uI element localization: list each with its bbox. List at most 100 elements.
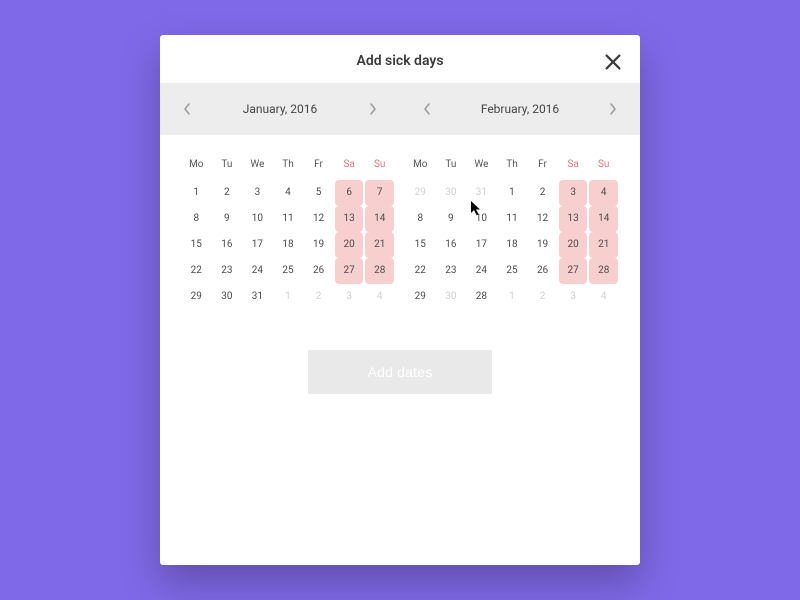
day-cell[interactable]: 14: [365, 206, 394, 232]
day-cell[interactable]: 26: [528, 258, 557, 284]
day-cell[interactable]: 30: [213, 284, 242, 310]
day-cell[interactable]: 1: [498, 180, 527, 206]
day-cell[interactable]: 21: [589, 232, 618, 258]
dow-label: Sa: [335, 153, 364, 180]
dow-label: Th: [274, 153, 303, 180]
day-cell[interactable]: 9: [437, 206, 466, 232]
day-cell[interactable]: 20: [559, 232, 588, 258]
day-cell[interactable]: 15: [182, 232, 211, 258]
day-cell[interactable]: 5: [304, 180, 333, 206]
day-cell[interactable]: 17: [467, 232, 496, 258]
day-cell[interactable]: 7: [365, 180, 394, 206]
day-cell[interactable]: 15: [406, 232, 435, 258]
day-cell[interactable]: 3: [559, 284, 588, 310]
day-cell[interactable]: 31: [243, 284, 272, 310]
calendar-left: MoTuWeThFrSaSu12345678910111213141516171…: [182, 153, 394, 310]
day-cell[interactable]: 24: [243, 258, 272, 284]
modal-title: Add sick days: [160, 53, 640, 69]
day-cell[interactable]: 11: [274, 206, 303, 232]
month-label-right: February, 2016: [481, 102, 559, 116]
week-row: 15161718192021: [182, 232, 394, 258]
day-cell[interactable]: 18: [274, 232, 303, 258]
day-cell[interactable]: 6: [335, 180, 364, 206]
day-cell[interactable]: 24: [467, 258, 496, 284]
add-dates-button[interactable]: Add dates: [308, 350, 493, 394]
day-cell[interactable]: 12: [304, 206, 333, 232]
day-cell[interactable]: 28: [589, 258, 618, 284]
day-cell[interactable]: 29: [406, 180, 435, 206]
dow-label: Sa: [559, 153, 588, 180]
day-cell[interactable]: 17: [243, 232, 272, 258]
week-row: 2930281234: [406, 284, 618, 310]
day-cell[interactable]: 4: [589, 284, 618, 310]
next-month-left[interactable]: [368, 102, 378, 116]
day-cell[interactable]: 16: [213, 232, 242, 258]
day-cell[interactable]: 23: [213, 258, 242, 284]
day-cell[interactable]: 8: [406, 206, 435, 232]
day-cell[interactable]: 1: [274, 284, 303, 310]
day-cell[interactable]: 11: [498, 206, 527, 232]
day-cell[interactable]: 10: [467, 206, 496, 232]
day-cell[interactable]: 2: [304, 284, 333, 310]
prev-month-right[interactable]: [422, 102, 432, 116]
day-cell[interactable]: 25: [498, 258, 527, 284]
day-cell[interactable]: 22: [406, 258, 435, 284]
day-cell[interactable]: 21: [365, 232, 394, 258]
day-cell[interactable]: 1: [498, 284, 527, 310]
sick-days-modal: Add sick days January, 2016 February, 20…: [160, 35, 640, 565]
day-cell[interactable]: 3: [243, 180, 272, 206]
day-cell[interactable]: 27: [559, 258, 588, 284]
dow-header: MoTuWeThFrSaSu: [406, 153, 618, 180]
day-cell[interactable]: 2: [528, 284, 557, 310]
close-button[interactable]: [602, 51, 624, 73]
day-cell[interactable]: 8: [182, 206, 211, 232]
prev-month-left[interactable]: [182, 102, 192, 116]
chevron-left-icon: [183, 103, 191, 115]
day-cell[interactable]: 19: [528, 232, 557, 258]
day-cell[interactable]: 28: [467, 284, 496, 310]
week-row: 891011121314: [182, 206, 394, 232]
day-cell[interactable]: 13: [335, 206, 364, 232]
day-cell[interactable]: 4: [274, 180, 303, 206]
week-row: 2930311234: [406, 180, 618, 206]
dow-label: Tu: [213, 153, 242, 180]
day-cell[interactable]: 2: [213, 180, 242, 206]
chevron-right-icon: [369, 103, 377, 115]
day-cell[interactable]: 2: [528, 180, 557, 206]
day-cell[interactable]: 18: [498, 232, 527, 258]
dow-label: We: [467, 153, 496, 180]
day-cell[interactable]: 26: [304, 258, 333, 284]
day-cell[interactable]: 10: [243, 206, 272, 232]
next-month-right[interactable]: [608, 102, 618, 116]
modal-footer: Add dates: [160, 320, 640, 394]
day-cell[interactable]: 3: [559, 180, 588, 206]
day-cell[interactable]: 30: [437, 180, 466, 206]
month-nav-right: February, 2016: [400, 83, 640, 135]
month-navigation-bar: January, 2016 February, 2016: [160, 83, 640, 135]
day-cell[interactable]: 19: [304, 232, 333, 258]
day-cell[interactable]: 23: [437, 258, 466, 284]
day-cell[interactable]: 31: [467, 180, 496, 206]
day-cell[interactable]: 22: [182, 258, 211, 284]
day-cell[interactable]: 20: [335, 232, 364, 258]
day-cell[interactable]: 27: [335, 258, 364, 284]
dow-label: Su: [589, 153, 618, 180]
dow-label: Mo: [182, 153, 211, 180]
dow-label: Fr: [528, 153, 557, 180]
week-row: 22232425262728: [406, 258, 618, 284]
day-cell[interactable]: 12: [528, 206, 557, 232]
day-cell[interactable]: 9: [213, 206, 242, 232]
day-cell[interactable]: 4: [365, 284, 394, 310]
day-cell[interactable]: 30: [437, 284, 466, 310]
day-cell[interactable]: 13: [559, 206, 588, 232]
day-cell[interactable]: 4: [589, 180, 618, 206]
day-cell[interactable]: 29: [182, 284, 211, 310]
day-cell[interactable]: 28: [365, 258, 394, 284]
day-cell[interactable]: 29: [406, 284, 435, 310]
day-cell[interactable]: 3: [335, 284, 364, 310]
day-cell[interactable]: 1: [182, 180, 211, 206]
day-cell[interactable]: 14: [589, 206, 618, 232]
day-cell[interactable]: 16: [437, 232, 466, 258]
dow-label: We: [243, 153, 272, 180]
day-cell[interactable]: 25: [274, 258, 303, 284]
